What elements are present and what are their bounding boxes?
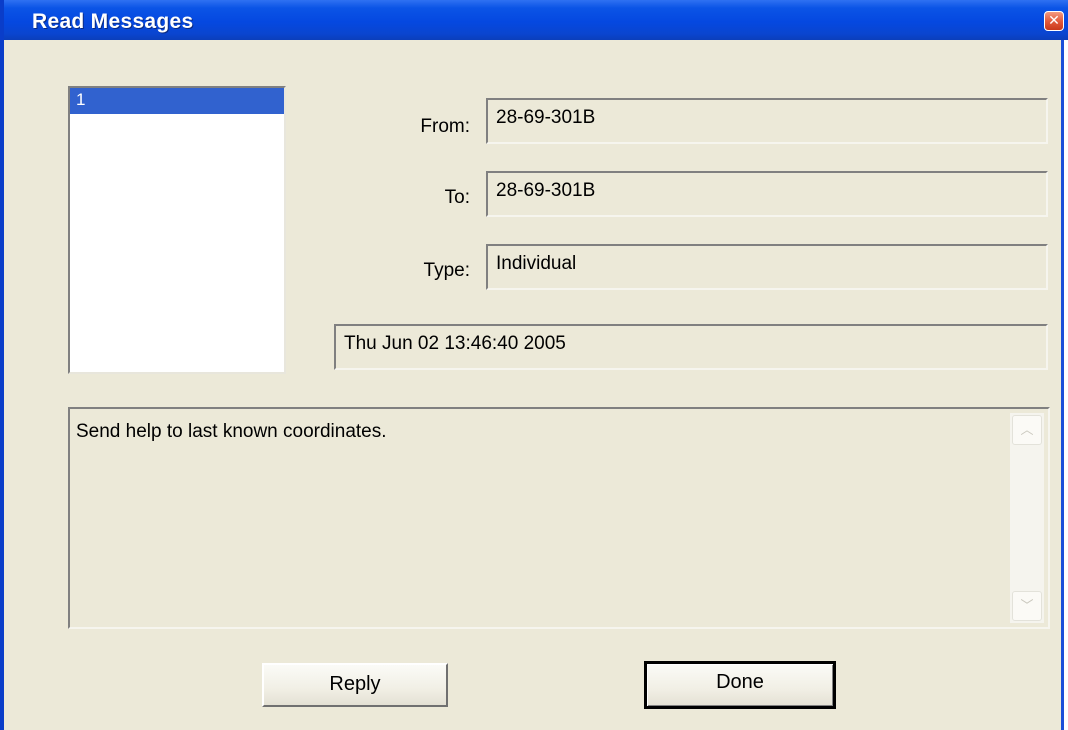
message-body[interactable]: Send help to last known coordinates. ︿ ﹀ <box>68 407 1050 629</box>
done-button[interactable]: Done <box>644 661 836 709</box>
type-label: Type: <box>423 260 470 281</box>
message-body-text: Send help to last known coordinates. <box>76 421 387 442</box>
read-messages-dialog: Read Messages ✕ 1 From: 28-69-301B To: 2… <box>0 0 1068 730</box>
message-list[interactable]: 1 <box>68 86 286 374</box>
reply-button[interactable]: Reply <box>262 663 448 707</box>
timestamp-field[interactable]: Thu Jun 02 13:46:40 2005 <box>334 324 1048 370</box>
scroll-up-icon[interactable]: ︿ <box>1012 415 1042 445</box>
window-title: Read Messages <box>32 10 194 33</box>
to-label: To: <box>444 187 470 208</box>
from-label: From: <box>420 116 470 137</box>
type-field[interactable]: Individual <box>486 244 1048 290</box>
scroll-down-icon[interactable]: ﹀ <box>1012 591 1042 621</box>
close-icon[interactable]: ✕ <box>1044 11 1064 31</box>
from-field[interactable]: 28-69-301B <box>486 98 1048 144</box>
vertical-scrollbar[interactable]: ︿ ﹀ <box>1010 413 1044 623</box>
title-bar[interactable]: Read Messages ✕ <box>4 0 1068 40</box>
list-item[interactable]: 1 <box>70 88 284 114</box>
to-field[interactable]: 28-69-301B <box>486 171 1048 217</box>
